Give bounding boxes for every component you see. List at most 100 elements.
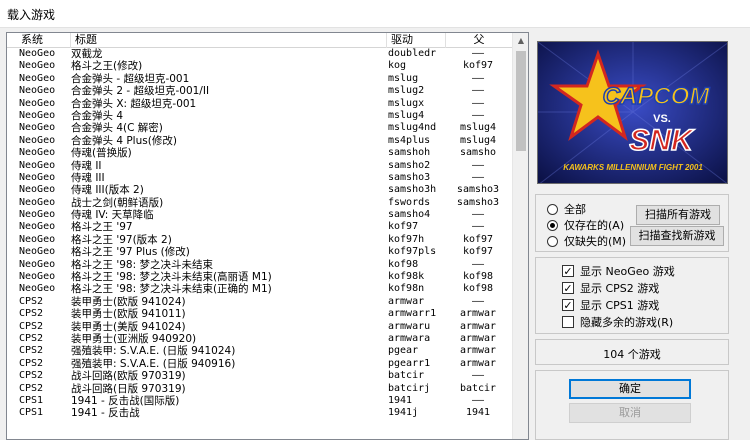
cell-system: CPS2 [19, 332, 44, 344]
cell-title: 格斗之王 '97 [71, 221, 133, 234]
table-row[interactable]: CPS2 强殖装甲: S.V.A.E. (日版 941024) pgear armwa… [7, 345, 513, 357]
radio-all[interactable]: 全部 [547, 201, 586, 217]
cell-system: NeoGeo [19, 171, 56, 183]
table-row[interactable]: NeoGeo 侍魂 III samsho3 —— [7, 172, 513, 184]
cell-driver: ms4plus [388, 134, 431, 146]
radio-existing[interactable]: 仅存在的(A) [547, 217, 624, 233]
cell-system: NeoGeo [19, 85, 56, 97]
option-show-cps1-label: 显示 CPS1 游戏 [580, 299, 660, 312]
column-title-header[interactable]: 标题 [71, 33, 387, 48]
table-row[interactable]: NeoGeo 双截龙 doubledr —— [7, 48, 513, 60]
cell-system: NeoGeo [19, 221, 56, 233]
table-row[interactable]: CPS2 装甲勇士(亚洲版 940920) armwara armwar [7, 333, 513, 345]
list-header: 系统 标题 驱动 父 [7, 33, 513, 48]
cell-title: 合金弹头 4 [71, 109, 124, 122]
table-row[interactable]: NeoGeo 合金弹头 2 - 超级坦克-001/II mslug2 —— [7, 85, 513, 97]
cell-title: 格斗之王 '98: 梦之决斗未结束(正确的 M1) [71, 283, 272, 296]
cell-title: 侍魂(普换版) [71, 147, 132, 160]
radio-missing[interactable]: 仅缺失的(M) [547, 233, 626, 249]
table-row[interactable]: NeoGeo 合金弹头 - 超级坦克-001 mslug —— [7, 73, 513, 85]
cell-parent: batcir [459, 382, 497, 394]
cell-title: 格斗之王 '97 Plus (修改) [71, 246, 190, 259]
cell-parent: kof97 [462, 246, 494, 258]
table-row[interactable]: NeoGeo 格斗之王 '98: 梦之决斗未结束 kof98 —— [7, 259, 513, 271]
scan-all-button[interactable]: 扫描所有游戏 [636, 205, 720, 225]
table-row[interactable]: NeoGeo 侍魂 III(版本 2) samsho3h samsho3 [7, 184, 513, 196]
cell-parent: armwar [459, 357, 497, 369]
cell-driver: kof97 [388, 221, 419, 233]
table-row[interactable]: CPS2 战斗回路(日版 970319) batcirj batcir [7, 383, 513, 395]
column-system-header[interactable]: 系统 [7, 33, 71, 48]
cell-driver: mslug4 [388, 109, 425, 121]
checkbox-show-cps1[interactable]: ✓ [562, 299, 574, 311]
vertical-scrollbar[interactable]: ▲ [512, 33, 528, 439]
cell-system: CPS2 [19, 370, 44, 382]
scroll-thumb[interactable] [516, 51, 526, 151]
table-row[interactable]: NeoGeo 战士之剑(朝鲜语版) fswords samsho3 [7, 197, 513, 209]
cell-driver: samsho3 [388, 171, 431, 183]
table-row[interactable]: NeoGeo 格斗之王 '97(版本 2) kof97h kof97 [7, 234, 513, 246]
cell-parent: —— [471, 72, 485, 84]
cell-parent: —— [471, 370, 485, 382]
cell-driver: doubledr [388, 48, 437, 59]
table-row[interactable]: NeoGeo 格斗之王 '98: 梦之决斗未结束(正确的 M1) kof98n kof… [7, 283, 513, 295]
column-driver-header[interactable]: 驱动 [387, 33, 446, 48]
column-parent-header[interactable]: 父 [446, 33, 513, 48]
table-row[interactable]: NeoGeo 格斗之王(修改) kog kof97 [7, 60, 513, 72]
cell-driver: kof97h [388, 233, 425, 245]
cell-driver: samsho3h [388, 184, 437, 196]
table-row[interactable]: CPS2 强殖装甲: S.V.A.E. (日版 940916) pgearr1 arm… [7, 358, 513, 370]
table-row[interactable]: NeoGeo 侍魂 II samsho2 —— [7, 160, 513, 172]
table-row[interactable]: NeoGeo 格斗之王 '98: 梦之决斗未结束(高丽语 M1) kof98k kof… [7, 271, 513, 283]
table-row[interactable]: CPS2 装甲勇士(欧版 941024) armwar —— [7, 296, 513, 308]
cell-driver: kog [388, 60, 407, 72]
table-row[interactable]: NeoGeo 合金弹头 4(C 解密) mslug4nd mslug4 [7, 122, 513, 134]
cell-driver: pgear [388, 345, 419, 357]
table-row[interactable]: NeoGeo 侍魂 IV: 天草降临 samsho4 —— [7, 209, 513, 221]
radio-existing-indicator[interactable] [547, 219, 558, 231]
table-row[interactable]: NeoGeo 合金弹头 4 Plus(修改) ms4plus mslug4 [7, 135, 513, 147]
cell-system: NeoGeo [19, 147, 56, 159]
cell-driver: mslug [388, 72, 419, 84]
ok-button[interactable]: 确定 [569, 379, 691, 399]
table-row[interactable]: CPS2 装甲勇士(美版 941024) armwaru armwar [7, 321, 513, 333]
cell-parent: —— [471, 109, 485, 121]
scroll-up-icon[interactable]: ▲ [513, 33, 528, 49]
game-preview-image: CAPCOM VS. SNK KAWARKS MILLENNIUM FIGHT … [537, 41, 728, 184]
cell-driver: fswords [388, 196, 431, 208]
checkbox-show-cps2[interactable]: ✓ [562, 282, 574, 294]
table-row[interactable]: NeoGeo 合金弹头 4 mslug4 —— [7, 110, 513, 122]
scan-new-button[interactable]: 扫描查找新游戏 [630, 226, 724, 246]
table-row[interactable]: NeoGeo 侍魂(普换版) samshoh samsho [7, 147, 513, 159]
cell-parent: kof98 [462, 271, 494, 283]
table-row[interactable]: NeoGeo 合金弹头 X: 超级坦克-001 mslugx —— [7, 98, 513, 110]
game-list[interactable]: 系统 标题 驱动 父 NeoGeo 双截龙 doubledr —— NeoGeo 格斗之王… [6, 32, 529, 440]
cancel-button[interactable]: 取消 [569, 403, 691, 423]
table-row[interactable]: CPS1 1941 - 反击战(国际版) 1941 —— [7, 395, 513, 407]
option-hide-extra[interactable]: 隐藏多余的游戏(R) [562, 314, 673, 330]
cell-system: NeoGeo [19, 184, 56, 196]
cell-system: NeoGeo [19, 233, 56, 245]
radio-all-indicator[interactable] [547, 203, 558, 215]
radio-existing-label: 仅存在的(A) [564, 219, 625, 232]
table-row[interactable]: CPS2 装甲勇士(欧版 941011) armwarr1 armwar [7, 308, 513, 320]
cell-title: 战士之剑(朝鲜语版) [71, 196, 164, 209]
table-row[interactable]: CPS2 战斗回路(欧版 970319) batcir —— [7, 370, 513, 382]
cell-parent: —— [471, 171, 485, 183]
checkbox-show-neogeo[interactable]: ✓ [562, 265, 574, 277]
radio-missing-indicator[interactable] [547, 235, 558, 247]
logo-capcom: CAPCOM [603, 83, 711, 110]
table-row[interactable]: NeoGeo 格斗之王 '97 kof97 —— [7, 221, 513, 233]
option-show-cps2[interactable]: ✓ 显示 CPS2 游戏 [562, 280, 659, 296]
cell-driver: 1941 [388, 394, 413, 406]
checkbox-hide-extra[interactable] [562, 316, 574, 328]
table-row[interactable]: CPS1 1941 - 反击战 1941j 1941 [7, 407, 513, 419]
cell-system: NeoGeo [19, 134, 56, 146]
cell-system: CPS2 [19, 295, 44, 307]
capcom-vs-snk-logo: CAPCOM VS. SNK KAWARKS MILLENNIUM FIGHT … [538, 42, 727, 183]
cell-parent: samsho3 [456, 196, 500, 208]
option-show-neogeo[interactable]: ✓ 显示 NeoGeo 游戏 [562, 263, 675, 279]
cell-driver: kof97pls [388, 246, 437, 258]
option-show-cps1[interactable]: ✓ 显示 CPS1 游戏 [562, 297, 659, 313]
table-row[interactable]: NeoGeo 格斗之王 '97 Plus (修改) kof97pls kof97 [7, 246, 513, 258]
